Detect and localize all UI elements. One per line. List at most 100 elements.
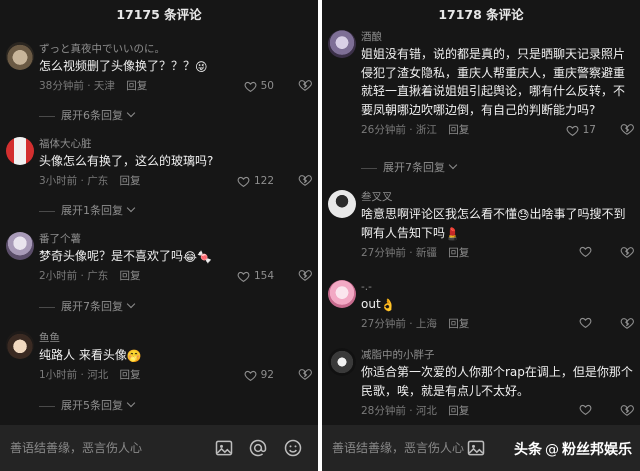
comment-username[interactable]: ずっと真夜中でいいのに。 <box>39 42 312 56</box>
comment-username[interactable]: -.- <box>361 280 634 294</box>
heart-icon <box>237 176 250 187</box>
comment-input[interactable]: 善语结善缘，恶言伤人心 <box>10 439 142 456</box>
like-button[interactable] <box>579 245 596 258</box>
reply-button[interactable]: 回复 <box>120 173 141 189</box>
reply-button[interactable]: 回复 <box>448 245 469 261</box>
expand-replies-button[interactable]: 展开5条回复 <box>39 398 312 414</box>
heart-icon <box>237 271 250 282</box>
comment-username[interactable]: 减脂中的小胖子 <box>361 348 634 362</box>
emoji: 😜 <box>195 60 208 74</box>
broken-heart-icon[interactable] <box>298 173 312 187</box>
avatar[interactable] <box>328 30 356 58</box>
heart-icon <box>579 404 592 416</box>
divider <box>39 306 55 308</box>
broken-heart-icon[interactable] <box>620 316 634 330</box>
broken-heart-icon[interactable] <box>620 122 634 136</box>
comment-username[interactable]: 福体大心脏 <box>39 137 312 151</box>
avatar[interactable] <box>328 348 356 376</box>
avatar[interactable] <box>328 280 356 308</box>
heart-icon <box>244 81 257 92</box>
comment-time-location: 2小时前 · 广东 <box>39 270 109 282</box>
chevron-down-icon <box>126 398 136 408</box>
avatar[interactable] <box>328 190 356 218</box>
broken-heart-icon[interactable] <box>620 403 634 417</box>
reply-button[interactable]: 回复 <box>126 78 147 94</box>
comments-panel-left: 17175 条评论 ずっと真夜中でいいのに。 怎么视频删了头像换了？？？😜 38… <box>0 0 318 471</box>
emoji: 💄 <box>445 226 460 241</box>
comment-username[interactable]: 番了个薯 <box>39 232 312 246</box>
reply-button[interactable]: 回复 <box>120 367 141 383</box>
comment-count-header: 17178 条评论 <box>438 7 524 22</box>
like-button[interactable] <box>579 316 596 329</box>
comment-text: 啥意思啊评论区我怎么看不懂😓出啥事了吗搜不到啊有人告知下吗💄 <box>361 207 626 241</box>
broken-heart-icon[interactable] <box>298 78 312 92</box>
chevron-down-icon <box>126 203 136 213</box>
comment-time-location: 28分钟前 · 河北 <box>361 405 437 417</box>
like-button[interactable] <box>579 403 596 416</box>
like-button[interactable]: 154 <box>237 268 274 284</box>
heart-icon <box>566 125 579 136</box>
watermark: 头条 @ 粉丝邦娱乐 <box>514 442 632 458</box>
comment-username[interactable]: 叁叉叉 <box>361 190 634 204</box>
comment-text: 你适合第一次爱的人你那个rap在调上，但是你那个民歌，唉，就是有点儿不太好。 <box>361 365 633 398</box>
like-count: 122 <box>253 175 274 187</box>
heart-icon <box>579 246 592 258</box>
like-button[interactable]: 50 <box>244 78 274 94</box>
comment-time-location: 26分钟前 · 浙江 <box>361 124 437 136</box>
like-button[interactable]: 17 <box>566 122 596 138</box>
avatar[interactable] <box>6 331 34 359</box>
at-mention-icon[interactable] <box>248 438 268 458</box>
comment-time-location: 27分钟前 · 上海 <box>361 318 437 330</box>
avatar[interactable] <box>6 137 34 165</box>
comment-input-bar[interactable]: 善语结善缘，恶言伤人心 <box>0 425 318 471</box>
comment-text: 头像怎么有换了，这么的玻璃吗? <box>39 154 214 168</box>
like-button[interactable]: 122 <box>237 173 274 189</box>
comment-username[interactable]: 鱼鱼 <box>39 331 312 345</box>
broken-heart-icon[interactable] <box>298 268 312 282</box>
emoji: 👌 <box>380 298 396 312</box>
divider <box>361 167 377 169</box>
heart-icon <box>244 370 257 381</box>
comment-text: 怎么视频删了头像换了？？？😜 <box>39 59 208 74</box>
like-button[interactable]: 92 <box>244 367 274 383</box>
avatar[interactable] <box>6 232 34 260</box>
reply-button[interactable]: 回复 <box>448 316 469 332</box>
comment-input-bar[interactable]: 善语结善缘，恶言伤人心 头条 @ 粉丝邦娱乐 <box>322 425 640 471</box>
expand-replies-button[interactable]: 展开7条回复 <box>361 160 634 176</box>
comment-text: 梦奇头像呢？是不喜欢了吗😂🍬 <box>39 249 212 264</box>
reply-button[interactable]: 回复 <box>120 268 141 284</box>
chevron-down-icon <box>126 108 136 118</box>
like-count: 154 <box>253 270 274 282</box>
comments-panel-right: 17178 条评论 酒酿 姐姐没有错，说的都是真的，只是晒聊天记录照片侵犯了渣女… <box>322 0 640 471</box>
divider <box>39 210 55 212</box>
comment-count-header: 17175 条评论 <box>116 7 202 22</box>
expand-replies-button[interactable]: 展开6条回复 <box>39 108 312 124</box>
emoji-icon[interactable] <box>283 438 303 458</box>
like-count: 17 <box>582 124 596 136</box>
reply-button[interactable]: 回复 <box>448 403 469 419</box>
heart-icon <box>579 317 592 329</box>
chevron-down-icon <box>448 160 458 170</box>
comment-text: out👌 <box>361 297 396 312</box>
broken-heart-icon[interactable] <box>298 367 312 381</box>
comment-time-location: 38分钟前 · 天津 <box>39 80 115 92</box>
emoji: 😂🍬 <box>183 250 212 264</box>
comment-input[interactable]: 善语结善缘，恶言伤人心 <box>332 439 464 456</box>
reply-button[interactable]: 回复 <box>448 122 469 138</box>
image-icon[interactable] <box>214 438 234 458</box>
expand-replies-button[interactable]: 展开1条回复 <box>39 203 312 219</box>
broken-heart-icon[interactable] <box>620 245 634 259</box>
comment-time-location: 3小时前 · 广东 <box>39 175 109 187</box>
comment-username[interactable]: 酒酿 <box>361 30 634 44</box>
comment-time-location: 1小时前 · 河北 <box>39 369 109 381</box>
like-count: 92 <box>260 369 274 381</box>
image-icon[interactable] <box>466 438 486 458</box>
like-count: 50 <box>260 80 274 92</box>
emoji: 🤭 <box>126 349 142 363</box>
comment-text: 纯路人 来看头像🤭 <box>39 348 142 363</box>
divider <box>39 405 55 407</box>
avatar[interactable] <box>6 42 34 70</box>
expand-replies-button[interactable]: 展开7条回复 <box>39 299 312 315</box>
comment-time-location: 27分钟前 · 新疆 <box>361 247 437 259</box>
emoji: 😓 <box>517 208 530 222</box>
